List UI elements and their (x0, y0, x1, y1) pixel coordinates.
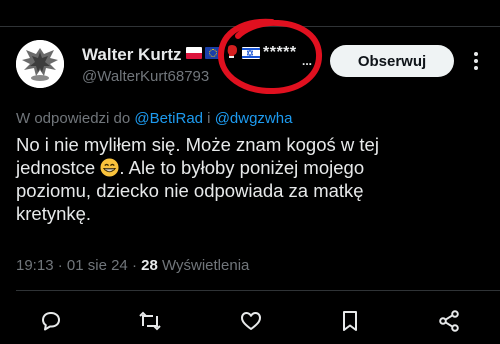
tweet-meta: 19:13 · 01 sie 24 · 28 Wyświetlenia (16, 257, 249, 274)
reply-context: W odpowiedzi do @BetiRad i @dwgzwha (16, 110, 292, 127)
reply-prefix: W odpowiedzi do (16, 110, 131, 127)
retweet-button[interactable] (138, 309, 162, 333)
avatar[interactable] (16, 40, 64, 88)
heart-icon (241, 312, 261, 330)
retweet-icon (139, 311, 161, 331)
eagle-emblem-icon (16, 40, 64, 88)
reply-button[interactable] (39, 309, 63, 333)
tweet-line: kretynkę. (16, 203, 92, 224)
views-count: 28 (141, 257, 158, 274)
grinning-face-icon (100, 158, 119, 177)
tweet-line: jednostce . Ale to byłoby poniżej mojego (16, 156, 416, 179)
like-button[interactable] (239, 309, 263, 333)
reply-icon (42, 312, 60, 331)
tweet-line: poziomu, dziecko nie odpowiada za matkę (16, 180, 364, 201)
red-annotation-circle (218, 18, 322, 95)
tweet-line-text: jednostce (16, 157, 96, 178)
user-handle[interactable]: @WalterKurt68793 (82, 68, 222, 85)
mention-link-2[interactable]: @dwgzwha (215, 110, 293, 127)
display-name[interactable]: Walter Kurtz (82, 45, 182, 65)
share-button[interactable] (437, 309, 461, 333)
actions-divider (16, 290, 500, 291)
more-vertical-icon[interactable] (466, 50, 486, 72)
bookmark-icon (343, 311, 357, 331)
reply-conjunction: i (207, 110, 211, 127)
bookmark-button[interactable] (338, 309, 362, 333)
tweet-time[interactable]: 19:13 (16, 257, 54, 274)
views-label: Wyświetlenia (161, 257, 250, 274)
mention-link-1[interactable]: @BetiRad (134, 110, 203, 127)
tweet-text: No i nie myliłem się. Może znam kogoś w … (16, 133, 416, 225)
tweet-date[interactable]: 01 sie 24 (67, 257, 128, 274)
meta-separator: · (131, 257, 137, 274)
meta-separator: · (57, 257, 63, 274)
poland-flag-icon (186, 47, 202, 59)
tweet-line: No i nie myliłem się. Może znam kogoś w … (16, 134, 379, 155)
tweet-line-text: . Ale to byłoby poniżej mojego (119, 157, 365, 178)
share-icon (439, 310, 459, 332)
follow-button[interactable]: Obserwuj (330, 45, 454, 77)
